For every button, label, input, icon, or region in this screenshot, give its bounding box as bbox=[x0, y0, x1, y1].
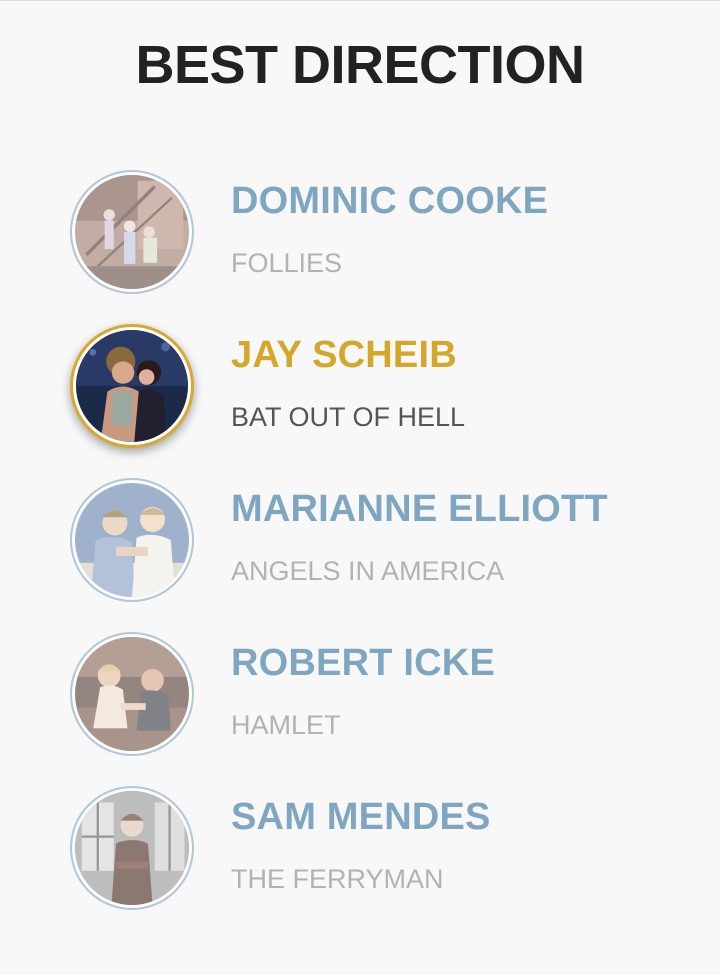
nominee-photo bbox=[70, 632, 194, 756]
nominee-show: ANGELS IN AMERICA bbox=[231, 556, 505, 586]
nominee-show: BAT OUT OF HELL bbox=[231, 402, 466, 432]
nominee-name: MARIANNE ELLIOTT bbox=[231, 488, 608, 530]
nominee-marianne-elliott[interactable]: MARIANNE ELLIOTT ANGELS IN AMERICA bbox=[0, 478, 720, 618]
nominee-show: THE FERRYMAN bbox=[231, 864, 444, 894]
nominee-dominic-cooke[interactable]: DOMINIC COOKE FOLLIES bbox=[0, 170, 720, 310]
nominee-name: ROBERT ICKE bbox=[231, 642, 495, 684]
nominee-name: SAM MENDES bbox=[231, 796, 491, 838]
nominee-show: HAMLET bbox=[231, 710, 341, 740]
nominee-show: FOLLIES bbox=[231, 248, 343, 278]
nominee-jay-scheib[interactable]: JAY SCHEIB BAT OUT OF HELL bbox=[0, 324, 720, 464]
nominee-photo bbox=[70, 786, 194, 910]
top-divider bbox=[0, 0, 720, 1]
nominee-photo bbox=[70, 324, 194, 448]
nominee-sam-mendes[interactable]: SAM MENDES THE FERRYMAN bbox=[0, 786, 720, 926]
nominee-photo bbox=[70, 478, 194, 602]
nominee-name: JAY SCHEIB bbox=[231, 334, 457, 376]
nominee-robert-icke[interactable]: ROBERT ICKE HAMLET bbox=[0, 632, 720, 772]
nominee-photo bbox=[70, 170, 194, 294]
nominee-name: DOMINIC COOKE bbox=[231, 180, 549, 222]
page-title: BEST DIRECTION bbox=[135, 35, 585, 95]
